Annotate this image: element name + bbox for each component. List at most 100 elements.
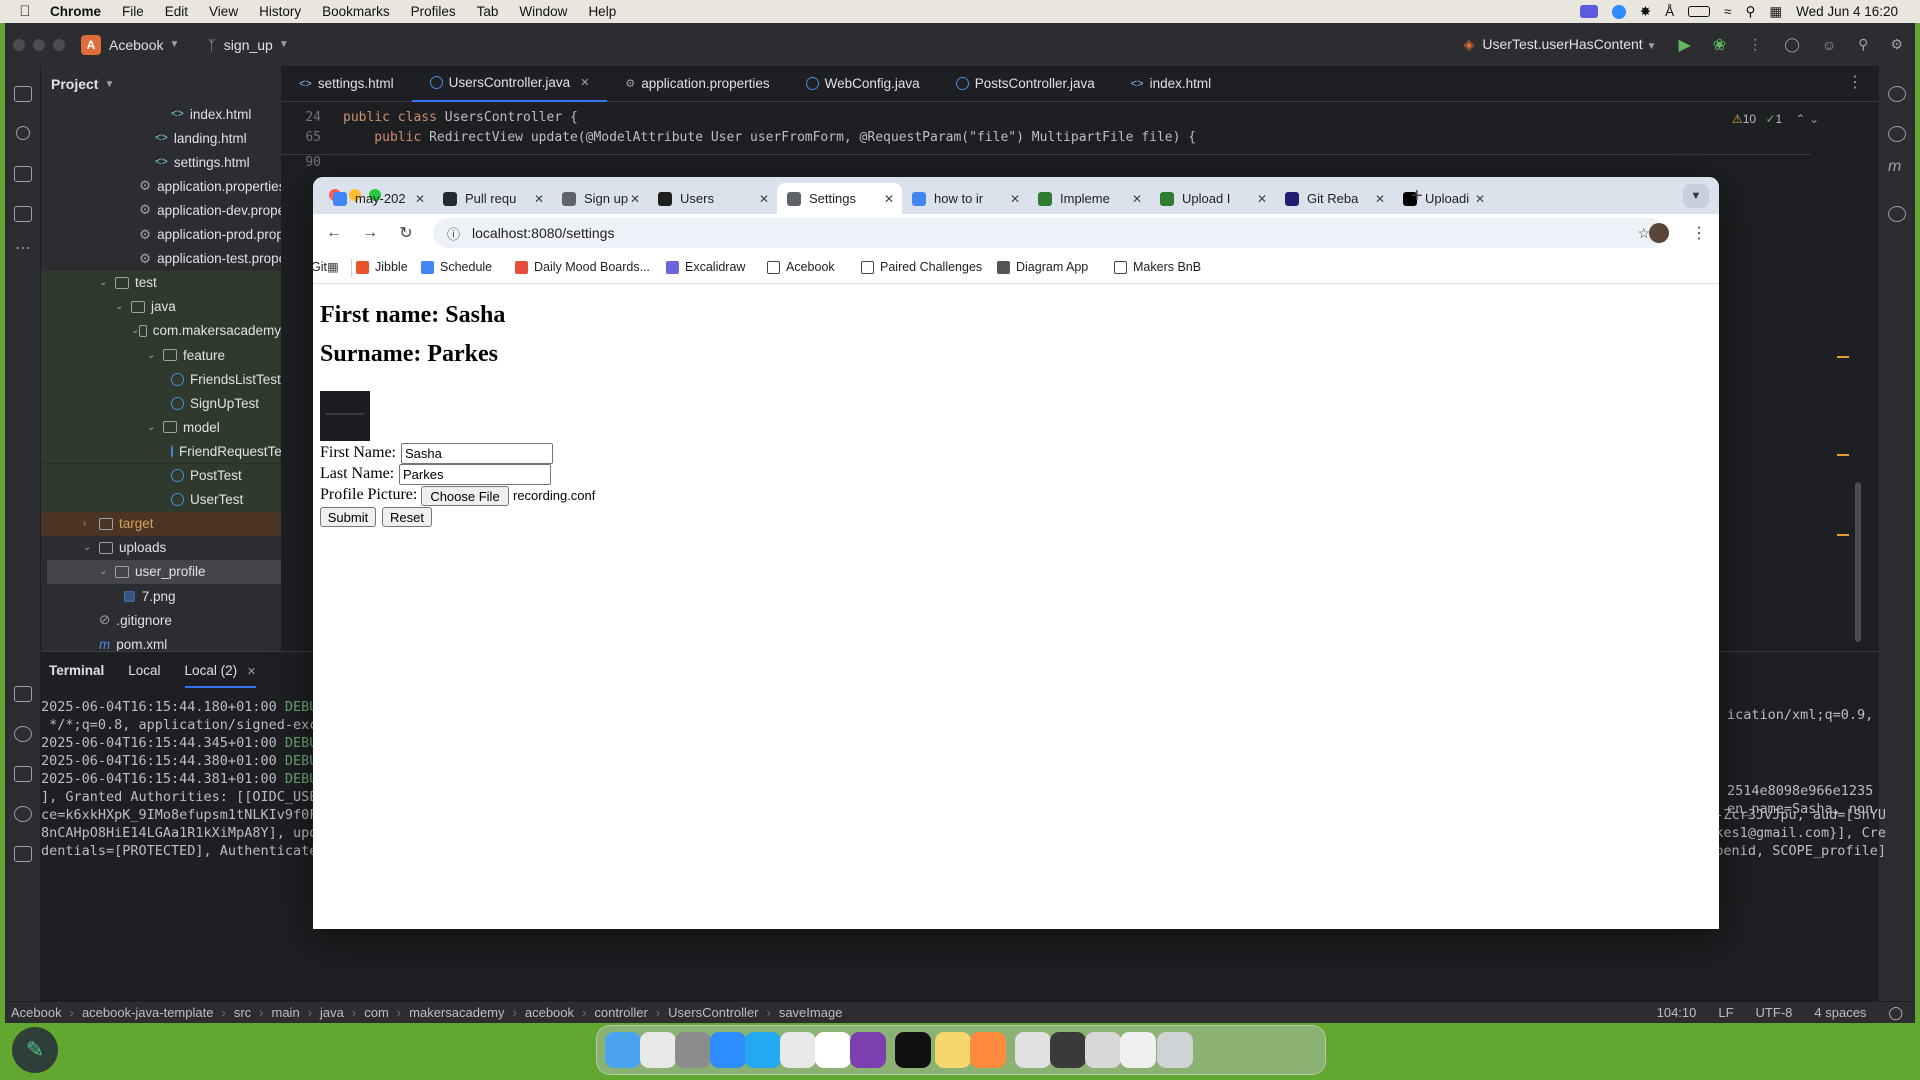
spotlight-search-icon[interactable]: ⚲ [1746,4,1756,20]
editor-tab[interactable]: <> index.html [1113,66,1229,102]
browser-tab[interactable]: Git Reba ✕ [1275,183,1393,214]
ai-assistant-icon[interactable]: ◯ [1784,36,1800,53]
clock[interactable]: Wed Jun 4 16:20 [1796,4,1898,19]
chevron-down-icon[interactable]: ⌄ [99,566,115,577]
run-configuration-selector[interactable]: ◈ UserTest.userHasContent ▼ [1464,36,1657,53]
browser-tab[interactable]: Pull requ ✕ [433,183,552,214]
copilot-icon[interactable] [1888,206,1906,222]
editor-tab[interactable]: WebConfig.java [788,66,938,102]
bookmark-item[interactable]: Acebook [767,260,835,274]
minimize-window-button[interactable] [33,38,45,51]
breadcrumb-item[interactable]: acebook-java-template [82,1005,214,1020]
tree-item[interactable]: SignUpTest [41,391,281,416]
tree-item[interactable]: ⌄ model [41,415,281,440]
avatar[interactable] [1649,223,1669,243]
menu-edit[interactable]: Edit [165,4,188,19]
commit-tool-icon[interactable] [16,126,30,140]
breadcrumb-item[interactable]: Acebook [11,1005,62,1020]
breadcrumb-item[interactable]: main [272,1005,300,1020]
tree-item[interactable]: ⌄ user_profile [47,559,281,584]
tree-item[interactable]: ⊘ .gitignore [99,608,281,632]
breadcrumb-item[interactable]: com [364,1005,389,1020]
zoom-window-button[interactable] [53,38,65,51]
tree-item[interactable]: ⚙ application-test.properties [139,247,281,271]
tree-item[interactable]: PostTest [41,463,281,488]
problems-icon[interactable] [14,806,32,822]
tree-item[interactable]: <> index.html [171,102,281,126]
close-tab-icon[interactable]: ✕ [759,192,769,206]
browser-tab[interactable]: Users ✕ [648,183,777,214]
git-tool-icon[interactable] [14,846,32,862]
tree-item[interactable]: <> landing.html [155,126,281,150]
trash-dock-icon[interactable] [1157,1032,1193,1068]
chevron-down-icon[interactable]: ▼ [169,39,179,50]
run-tool-icon[interactable] [14,726,32,742]
apple-menu-icon[interactable]:  [0,3,50,20]
bookmark-item[interactable]: Jibble [356,260,408,274]
tree-item[interactable]: ⌄ com.makersacademy [41,318,281,343]
project-panel-title[interactable]: Project [51,76,98,92]
breadcrumb-item[interactable]: makersacademy [409,1005,504,1020]
editor-scrollbar[interactable] [1855,482,1861,642]
notifications-icon[interactable] [1888,86,1906,102]
address-bar[interactable]: ⓘ localhost:8080/settings ☆ [433,218,1664,248]
apps-grid-icon[interactable]: ▦ [327,259,339,274]
lock-icon[interactable]: ◯ [1888,1005,1903,1021]
browser-tab[interactable]: Settings ✕ [777,183,902,214]
tree-item[interactable]: FriendsListTest [41,367,281,392]
tree-item[interactable]: ⌄ test [41,270,281,295]
bookmark-item[interactable]: Excalidraw [666,260,745,274]
last-name-input[interactable] [399,464,551,485]
slack-dock-icon[interactable] [815,1032,851,1068]
search-icon[interactable]: ⚲ [1858,36,1868,53]
terminal-tool-icon[interactable] [14,766,32,782]
chrome-menu-icon[interactable]: ⋮ [1688,222,1710,244]
close-tab-icon[interactable]: ✕ [1257,192,1267,206]
vs-code-dock-icon[interactable] [745,1032,781,1068]
bluetooth-icon[interactable]: Å [1665,4,1674,19]
reload-icon[interactable]: ↻ [395,222,417,244]
breadcrumb-item[interactable]: java [320,1005,344,1020]
tab-search-icon[interactable]: ▼ [1683,184,1709,208]
structure-icon[interactable] [14,206,32,222]
new-tab-button[interactable]: + [1411,185,1423,208]
browser-tab[interactable]: Impleme ✕ [1028,183,1150,214]
breadcrumb-item[interactable]: saveImage [779,1005,843,1020]
tree-item[interactable]: <> settings.html [155,150,281,174]
run-icon[interactable]: ▶ [1678,35,1690,55]
bookmark-item[interactable]: Git [313,260,327,274]
line-separator[interactable]: LF [1718,1005,1733,1021]
downloads-dock-icon[interactable] [1015,1032,1051,1068]
tree-item[interactable]: m pom.xml [99,632,281,651]
indent-setting[interactable]: 4 spaces [1814,1005,1866,1021]
chevron-down-icon[interactable]: ⌄ [147,422,163,433]
submit-button[interactable]: Submit [320,507,376,527]
caret-position[interactable]: 104:10 [1657,1005,1697,1021]
more-tools-icon[interactable]: ⋯ [15,238,31,258]
menu-tab[interactable]: Tab [477,4,499,19]
close-tab-icon[interactable]: ✕ [1475,192,1485,206]
postman-dock-icon[interactable] [970,1032,1006,1068]
menu-bookmarks[interactable]: Bookmarks [322,4,390,19]
tree-item[interactable]: ⌄ uploads [83,536,281,560]
chevron-down-icon[interactable]: ⌄ [99,277,115,288]
bookmark-item[interactable]: Daily Mood Boards... [515,260,650,274]
editor-tab[interactable]: PostsController.java [938,66,1113,102]
code-line[interactable]: 65 public RedirectView update(@ModelAttr… [281,130,1196,145]
menu-history[interactable]: History [259,4,301,19]
inspection-widget[interactable]: ⚠10 ✓1 ⌃ ⌄ [1732,112,1819,126]
first-name-input[interactable] [401,443,553,464]
screenshot-dock-icon[interactable] [1050,1032,1086,1068]
project-tool-icon[interactable] [14,86,32,102]
close-tab-icon[interactable]: ✕ [884,192,894,206]
editor-tab[interactable]: ⚙ application.properties [607,66,787,102]
tree-item[interactable]: ⚙ application-dev.properties [139,198,281,222]
project-switcher[interactable]: Acebook [109,37,163,53]
chrome-dock-icon[interactable] [780,1032,816,1068]
tree-item[interactable]: ⚙ application-prod.properties [139,223,281,247]
breadcrumb-item[interactable]: controller [594,1005,647,1020]
chevron-down-icon[interactable]: ▼ [279,39,289,50]
control-center-icon[interactable]: ▦ [1769,4,1782,20]
intellij-idea-dock-icon[interactable] [895,1032,931,1068]
menu-profiles[interactable]: Profiles [411,4,456,19]
